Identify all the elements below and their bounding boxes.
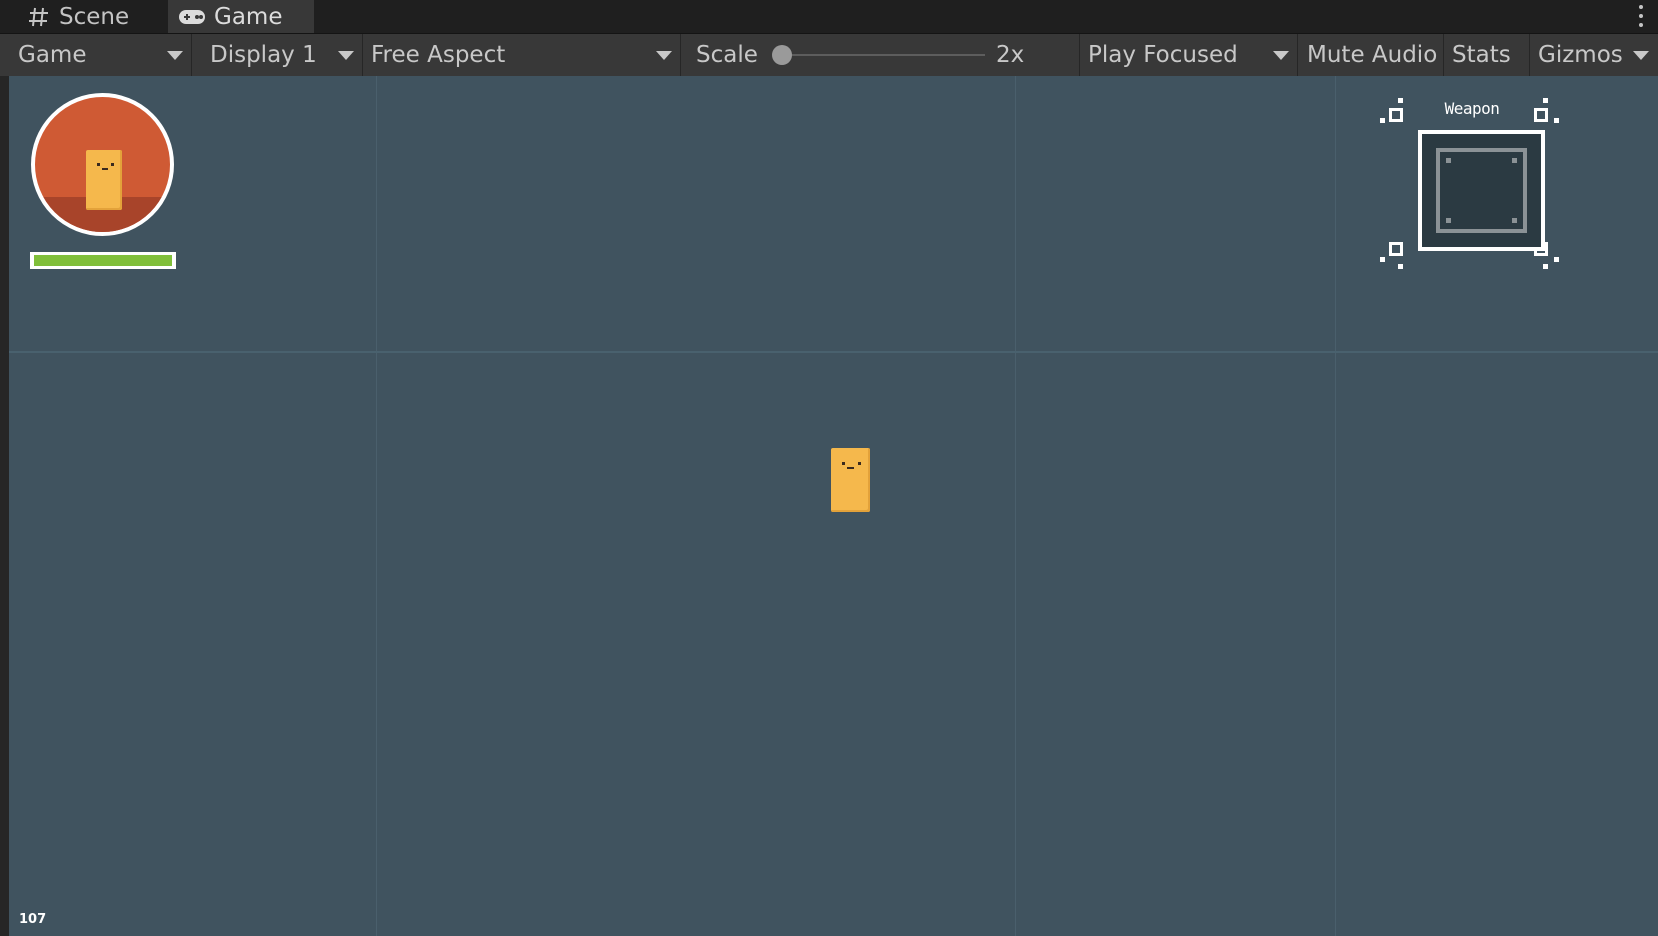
weapon-slot-frame xyxy=(1418,130,1545,251)
view-mode-label: Game xyxy=(18,42,87,68)
health-bar xyxy=(30,252,176,269)
aspect-dropdown[interactable]: Free Aspect xyxy=(363,34,681,76)
mute-audio-label: Mute Audio xyxy=(1307,42,1438,68)
health-bar-fill xyxy=(34,255,172,266)
weapon-slot-inner xyxy=(1436,148,1527,233)
scale-slider-track[interactable] xyxy=(780,54,985,56)
scale-label: Scale xyxy=(696,42,758,68)
player-character xyxy=(831,448,870,512)
display-dropdown[interactable]: Display 1 xyxy=(202,34,363,76)
gizmos-toggle[interactable]: Gizmos xyxy=(1530,34,1624,76)
view-mode-dropdown[interactable]: Game xyxy=(10,34,192,76)
tab-scene[interactable]: Scene xyxy=(17,0,167,33)
corner-marker xyxy=(1389,108,1403,122)
game-toolbar: Game Display 1 Free Aspect Scale Play Fo… xyxy=(0,34,1658,78)
player-portrait xyxy=(31,93,174,236)
aspect-label: Free Aspect xyxy=(371,42,506,68)
grid-line xyxy=(9,351,1658,353)
grid-line xyxy=(1335,76,1336,936)
unity-game-window: Scene Game Game Display 1 Free Aspect Sc… xyxy=(0,0,1658,936)
gizmos-label: Gizmos xyxy=(1538,42,1623,68)
player-character-icon xyxy=(86,150,122,210)
chevron-down-icon xyxy=(1273,51,1289,60)
tab-game[interactable]: Game xyxy=(168,0,314,33)
chevron-down-icon xyxy=(1633,51,1649,60)
left-edge xyxy=(0,76,9,936)
stats-toggle[interactable]: Stats xyxy=(1444,34,1530,76)
grid-line xyxy=(1015,76,1016,936)
chevron-down-icon xyxy=(656,51,672,60)
corner-marker xyxy=(1534,108,1548,122)
gamepad-icon xyxy=(179,9,205,24)
scale-slider-thumb[interactable] xyxy=(772,45,792,65)
play-mode-dropdown[interactable]: Play Focused xyxy=(1080,34,1298,76)
chevron-down-icon xyxy=(338,51,354,60)
counter-readout: 107 xyxy=(19,912,47,927)
game-viewport[interactable]: Weapon 107 xyxy=(9,76,1658,936)
display-label: Display 1 xyxy=(210,42,317,68)
scale-value: 2x xyxy=(996,42,1025,68)
mute-audio-toggle[interactable]: Mute Audio xyxy=(1299,34,1444,76)
more-options-icon[interactable] xyxy=(1638,5,1644,27)
tab-bar: Scene Game xyxy=(0,0,1658,34)
corner-marker xyxy=(1389,242,1403,256)
weapon-label: Weapon xyxy=(1444,99,1500,118)
tab-scene-label: Scene xyxy=(59,3,130,30)
play-mode-label: Play Focused xyxy=(1088,42,1238,68)
chevron-down-icon xyxy=(167,51,183,60)
gizmos-dropdown[interactable] xyxy=(1624,34,1658,76)
stats-label: Stats xyxy=(1452,42,1511,68)
hash-icon xyxy=(29,7,48,26)
tab-game-label: Game xyxy=(214,3,283,30)
grid-line xyxy=(376,76,377,936)
